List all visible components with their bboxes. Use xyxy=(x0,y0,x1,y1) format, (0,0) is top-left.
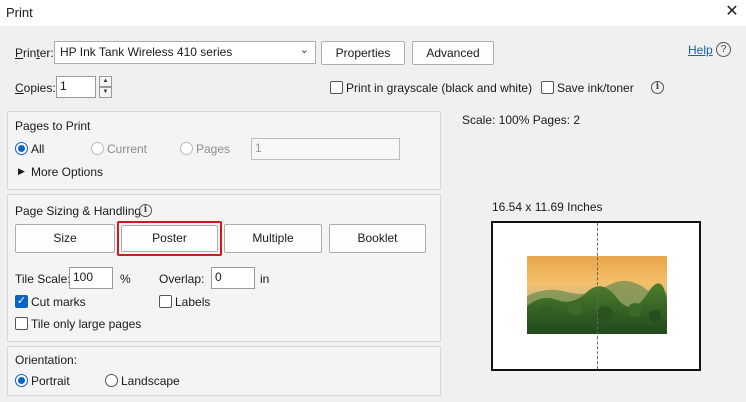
preview-scale-text: Scale: 100% Pages: 2 xyxy=(462,113,581,127)
overlap-input[interactable]: 0 xyxy=(211,267,255,289)
tile-scale-unit: % xyxy=(120,272,131,286)
printer-label: Printer: xyxy=(15,46,54,60)
properties-button[interactable]: Properties xyxy=(321,41,405,65)
landscape-label: Landscape xyxy=(121,374,180,388)
pages-to-print-heading: Pages to Print xyxy=(15,119,91,133)
multiple-mode-button[interactable]: Multiple xyxy=(224,224,322,253)
preview-dimensions-text: 16.54 x 11.69 Inches xyxy=(492,200,603,214)
portrait-label: Portrait xyxy=(31,374,70,388)
printer-selected-value: HP Ink Tank Wireless 410 series xyxy=(60,45,233,59)
current-page-radio[interactable] xyxy=(91,142,104,155)
landscape-radio[interactable] xyxy=(105,374,118,387)
tile-divider xyxy=(597,223,598,369)
tile-large-pages-label: Tile only large pages xyxy=(31,317,142,331)
save-ink-checkbox[interactable] xyxy=(541,81,554,94)
tile-large-pages-checkbox[interactable] xyxy=(15,317,28,330)
overlap-unit: in xyxy=(260,272,270,286)
triangle-right-icon[interactable]: ▶ xyxy=(18,166,25,177)
orientation-heading: Orientation: xyxy=(15,353,78,367)
booklet-mode-button[interactable]: Booklet xyxy=(329,224,426,253)
copies-label: Copies: xyxy=(15,81,56,95)
cut-marks-checkbox[interactable]: ✓ xyxy=(15,295,28,308)
window-title: Print xyxy=(6,5,33,20)
more-options-toggle[interactable]: More Options xyxy=(31,165,103,179)
copies-increment-button[interactable]: ▲ xyxy=(99,76,112,87)
advanced-button[interactable]: Advanced xyxy=(412,41,494,65)
grayscale-label: Print in grayscale (black and white) xyxy=(346,81,533,95)
grayscale-checkbox[interactable] xyxy=(330,81,343,94)
labels-label: Labels xyxy=(175,295,211,309)
overlap-label: Overlap: xyxy=(159,272,205,286)
title-bar: Print ✕ xyxy=(0,0,746,26)
close-icon[interactable]: ✕ xyxy=(722,2,742,22)
labels-checkbox[interactable] xyxy=(159,295,172,308)
info-icon[interactable]: i xyxy=(651,81,664,94)
print-preview xyxy=(491,221,701,371)
help-icon[interactable]: ? xyxy=(716,42,731,57)
tile-scale-label: Tile Scale: xyxy=(15,272,71,286)
info-icon[interactable]: i xyxy=(139,204,152,217)
help-link[interactable]: Help xyxy=(688,43,713,57)
current-page-label: Current xyxy=(107,142,148,156)
save-ink-label: Save ink/toner xyxy=(557,81,634,95)
poster-mode-button[interactable]: Poster xyxy=(121,225,218,252)
pages-range-input[interactable]: 1 xyxy=(251,138,400,160)
tile-scale-input[interactable]: 100 xyxy=(69,267,113,289)
chevron-down-icon: ⌄ xyxy=(299,44,309,56)
size-mode-button[interactable]: Size xyxy=(15,224,115,253)
copies-input[interactable]: 1 xyxy=(56,76,96,98)
portrait-radio[interactable] xyxy=(15,374,28,387)
page-sizing-heading: Page Sizing & Handling xyxy=(15,204,142,218)
pages-range-label: Pages xyxy=(196,142,231,156)
cut-marks-label: Cut marks xyxy=(31,295,86,309)
all-pages-radio[interactable] xyxy=(15,142,28,155)
printer-select[interactable]: HP Ink Tank Wireless 410 series ⌄ xyxy=(54,41,316,64)
all-pages-label: All xyxy=(31,142,45,156)
copies-decrement-button[interactable]: ▼ xyxy=(99,87,112,98)
pages-range-radio[interactable] xyxy=(180,142,193,155)
